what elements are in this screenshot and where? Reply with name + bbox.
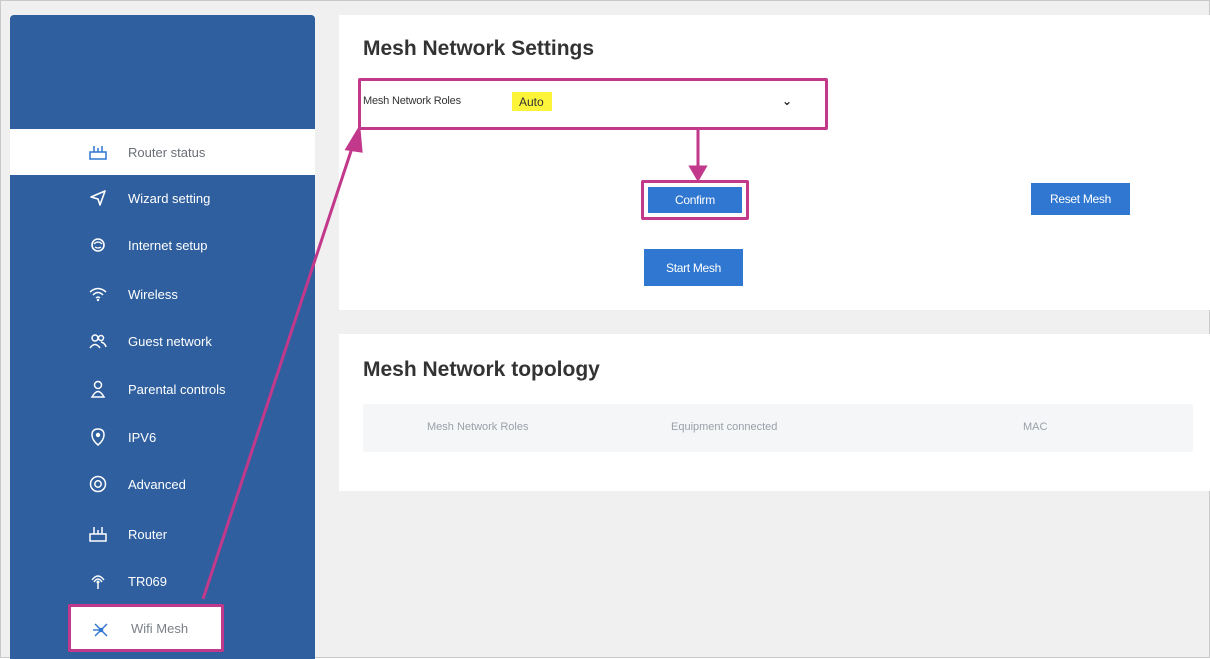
sidebar-item-label: Advanced	[128, 476, 186, 492]
sidebar-item-label: Wifi Mesh	[131, 620, 189, 636]
sidebar-item-label: Wireless	[128, 286, 178, 302]
sidebar-item-ipv6[interactable]: IPV6	[10, 414, 315, 460]
column-header-roles: Mesh Network Roles	[427, 421, 529, 433]
mesh-roles-select[interactable]: Auto ⌄	[512, 92, 812, 114]
sidebar: Router status Wizard setting Internet se…	[10, 15, 315, 659]
start-mesh-button[interactable]: Start Mesh	[644, 249, 743, 286]
confirm-button[interactable]: Confirm	[648, 187, 742, 213]
sidebar-item-wireless[interactable]: Wireless	[10, 271, 315, 317]
tr069-icon	[88, 571, 108, 591]
column-header-mac: MAC	[1023, 421, 1048, 433]
topology-table-header: Mesh Network Roles Equipment connected M…	[363, 404, 1193, 452]
globe-icon	[88, 235, 108, 255]
mesh-settings-panel: Mesh Network Settings Mesh Network Roles…	[339, 15, 1210, 310]
mesh-roles-value: Auto	[512, 92, 552, 111]
router-status-icon	[88, 142, 108, 162]
sidebar-item-label: Parental controls	[128, 381, 226, 397]
sidebar-item-internet-setup[interactable]: Internet setup	[10, 222, 315, 268]
sidebar-item-advanced[interactable]: Advanced	[10, 461, 315, 507]
sidebar-item-wizard-setting[interactable]: Wizard setting	[10, 175, 315, 221]
column-header-equipment: Equipment connected	[671, 421, 778, 433]
chevron-down-icon: ⌄	[782, 94, 793, 108]
confirm-highlight: Confirm	[641, 180, 749, 220]
send-icon	[88, 188, 108, 208]
mesh-roles-row: Mesh Network Roles Auto ⌄	[358, 78, 828, 130]
topology-title: Mesh Network topology	[363, 358, 600, 381]
sidebar-item-label: Router status	[128, 144, 206, 160]
sidebar-item-wifi-mesh[interactable]: Wifi Mesh	[68, 604, 224, 652]
wifi-icon	[88, 284, 108, 304]
sidebar-item-label: Guest network	[128, 333, 212, 349]
app-frame: Router status Wizard setting Internet se…	[0, 0, 1210, 659]
sidebar-item-tr069[interactable]: TR069	[10, 558, 315, 604]
sidebar-item-parental-controls[interactable]: Parental controls	[10, 366, 315, 412]
sidebar-item-label: TR069	[128, 573, 168, 589]
wifi-mesh-icon	[91, 620, 111, 640]
sidebar-item-label: IPV6	[128, 429, 157, 445]
mesh-roles-label: Mesh Network Roles	[363, 95, 461, 107]
sidebar-item-router[interactable]: Router	[10, 511, 315, 557]
router-icon	[88, 524, 108, 544]
advanced-icon	[88, 474, 108, 494]
sidebar-item-label: Router	[128, 526, 168, 542]
sidebar-item-router-status[interactable]: Router status	[10, 129, 315, 175]
page-title: Mesh Network Settings	[363, 37, 595, 60]
sidebar-item-guest-network[interactable]: Guest network	[10, 318, 315, 364]
ipv6-icon	[88, 427, 108, 447]
mesh-topology-panel: Mesh Network topology Mesh Network Roles…	[339, 334, 1210, 491]
reset-mesh-button[interactable]: Reset Mesh	[1031, 183, 1130, 215]
guest-users-icon	[88, 331, 108, 351]
parental-icon	[88, 379, 108, 399]
sidebar-item-label: Wizard setting	[128, 190, 211, 206]
sidebar-item-label: Internet setup	[128, 237, 208, 253]
